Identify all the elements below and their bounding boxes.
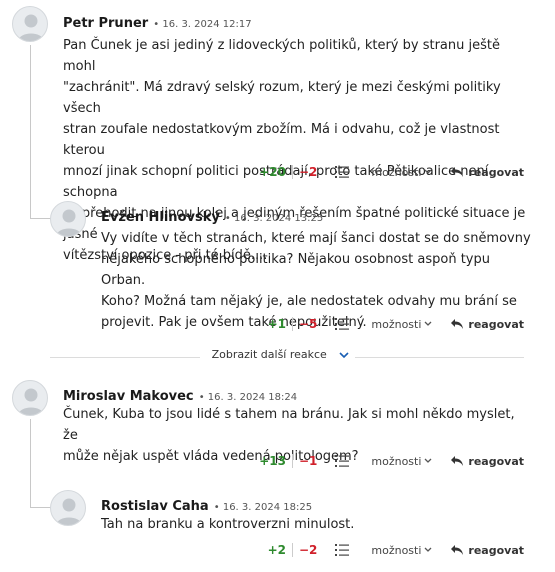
- comment-date: • 16. 3. 2024 18:24: [198, 392, 298, 403]
- upvote-count[interactable]: +20: [259, 165, 286, 179]
- avatar: [12, 6, 48, 42]
- show-more-label: Zobrazit další reakce: [205, 348, 333, 361]
- comment-text: Tah na branku a kontroverzni minulost.: [101, 514, 531, 535]
- author-name[interactable]: Rostislav Caha: [101, 499, 209, 514]
- comment-actions: +2 −2 možnosti reagovat: [268, 541, 524, 559]
- comment-line: Pan Čunek je asi jediný z lidoveckých po…: [63, 38, 500, 74]
- reply-arrow-icon: [451, 456, 464, 466]
- comment-line: "zachránit". Má zdravý selský rozum, kte…: [63, 80, 501, 116]
- reply-button[interactable]: reagovat: [450, 455, 524, 468]
- author-name[interactable]: Miroslav Makovec: [63, 389, 194, 404]
- vote-divider: [291, 543, 293, 557]
- options-label: možnosti: [371, 317, 422, 331]
- vote-divider: [291, 454, 293, 468]
- comment-header: Rostislav Caha • 16. 3. 2024 18:25: [101, 495, 312, 514]
- comment-actions: +1 −5 možnosti reagovat: [268, 315, 524, 333]
- reply-button[interactable]: reagovat: [450, 318, 524, 331]
- downvote-count[interactable]: −2: [299, 165, 317, 179]
- downvote-count[interactable]: −2: [299, 543, 317, 557]
- options-label: možnosti: [371, 543, 422, 557]
- reply-button[interactable]: reagovat: [450, 166, 524, 179]
- chevron-down-icon: [339, 351, 349, 358]
- vote-divider: [291, 317, 293, 331]
- options-menu[interactable]: možnosti: [371, 455, 432, 468]
- chevron-down-icon: [424, 321, 432, 326]
- reply-label: reagovat: [468, 317, 524, 331]
- reply-arrow-icon: [451, 545, 464, 555]
- upvote-count[interactable]: +1: [268, 317, 286, 331]
- vote-divider: [291, 165, 293, 179]
- list-icon[interactable]: [335, 317, 350, 331]
- comment-date: • 16. 3. 2024 13:25: [224, 213, 324, 224]
- comment-line: Koho? Možná tam nějaký je, ale nedostate…: [101, 294, 517, 309]
- chevron-down-icon: [424, 458, 432, 463]
- reply-label: reagovat: [468, 165, 524, 179]
- comment-header: Miroslav Makovec • 16. 3. 2024 18:24: [63, 385, 297, 404]
- avatar: [50, 490, 86, 526]
- options-menu[interactable]: možnosti: [371, 318, 432, 331]
- avatar: [50, 201, 86, 237]
- reply-label: reagovat: [468, 543, 524, 557]
- options-menu[interactable]: možnosti: [371, 544, 432, 557]
- comment-actions: +20 −2 možnosti reagovat: [259, 163, 524, 181]
- comment-line: Tah na branku a kontroverzni minulost.: [101, 517, 355, 532]
- comment-actions: +13 −1 možnosti reagovat: [259, 452, 524, 470]
- upvote-count[interactable]: +2: [268, 543, 286, 557]
- list-icon[interactable]: [335, 543, 350, 557]
- chevron-down-icon: [424, 169, 432, 174]
- chevron-down-icon: [424, 547, 432, 552]
- reply-label: reagovat: [468, 454, 524, 468]
- comment-line: Čunek, Kuba to jsou lidé s tahem na brán…: [63, 407, 515, 443]
- options-menu[interactable]: možnosti: [371, 166, 432, 179]
- author-name[interactable]: Petr Pruner: [63, 16, 148, 31]
- thread-connector: [30, 45, 52, 219]
- downvote-count[interactable]: −5: [299, 317, 317, 331]
- upvote-count[interactable]: +13: [259, 454, 286, 468]
- reply-button[interactable]: reagovat: [450, 544, 524, 557]
- list-icon[interactable]: [335, 454, 350, 468]
- thread-connector: [30, 419, 52, 508]
- reply-arrow-icon: [451, 167, 464, 177]
- options-label: možnosti: [371, 454, 422, 468]
- comment-line: Vy vidíte v těch stranách, které mají ša…: [101, 231, 531, 246]
- show-more-replies[interactable]: Zobrazit další reakce: [0, 348, 555, 361]
- comment-date: • 16. 3. 2024 18:25: [213, 502, 313, 513]
- downvote-count[interactable]: −1: [299, 454, 317, 468]
- comment-header: Petr Pruner • 16. 3. 2024 12:17: [63, 12, 252, 31]
- comment-header: Evžen Hlinovský • 16. 3. 2024 13:25: [101, 206, 323, 225]
- author-name[interactable]: Evžen Hlinovský: [101, 210, 220, 225]
- list-icon[interactable]: [335, 165, 350, 179]
- comment-line: stran zoufale nedostatkovým zbožím. Má i…: [63, 122, 500, 158]
- comment-date: • 16. 3. 2024 12:17: [153, 19, 252, 30]
- avatar: [12, 380, 48, 416]
- options-label: možnosti: [371, 165, 422, 179]
- comment-line: nějakého schopného politika? Nějakou oso…: [101, 252, 490, 288]
- reply-arrow-icon: [451, 319, 464, 329]
